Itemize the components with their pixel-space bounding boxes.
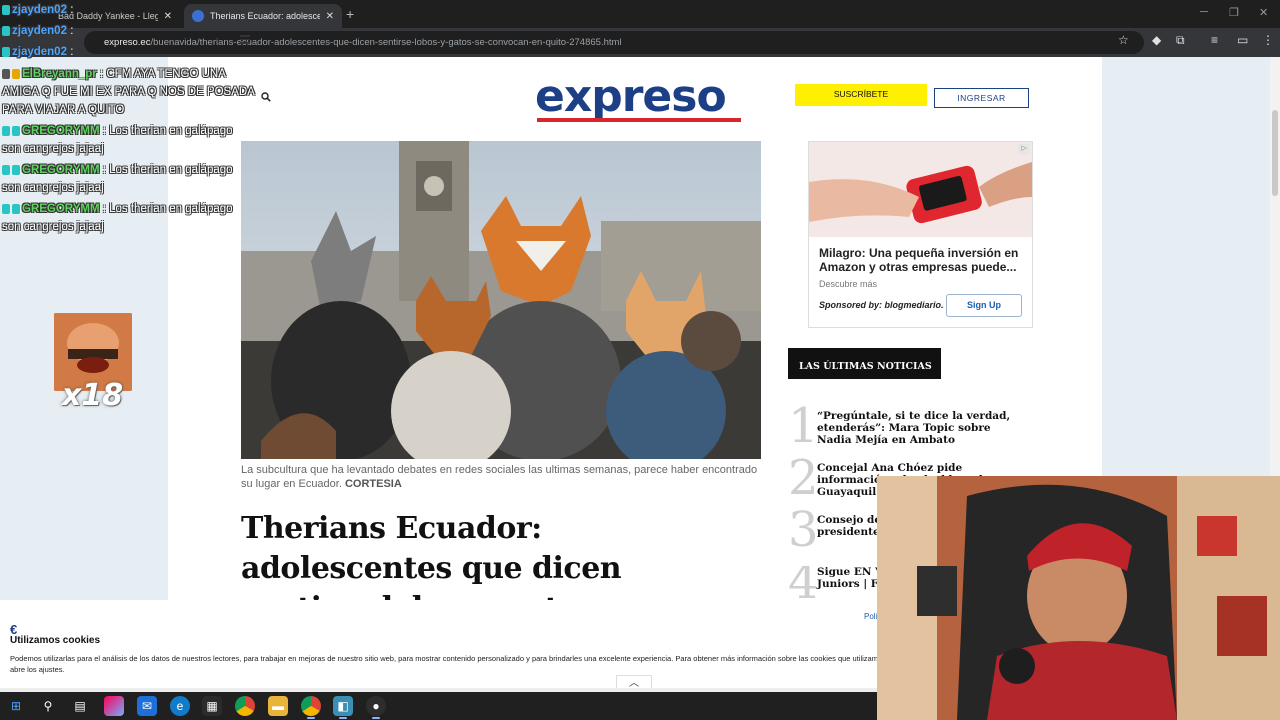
chat-message: son cangrejos jajaaj xyxy=(2,221,104,233)
badge-icon xyxy=(2,164,10,175)
window-close-icon[interactable]: ✕ xyxy=(1259,6,1268,19)
minimize-icon[interactable]: ─ xyxy=(1200,6,1208,18)
reading-list-icon[interactable]: ≡ xyxy=(1211,33,1218,47)
maximize-icon[interactable]: ❐ xyxy=(1229,6,1239,19)
chat-message: GREGORYMM : Los therian en galápago xyxy=(2,200,233,219)
image-caption: La subcultura que ha levantado debates e… xyxy=(241,463,761,491)
ad-description: Descubre más xyxy=(819,279,878,289)
expreso-logo[interactable]: expreso xyxy=(535,71,741,127)
new-tab-button[interactable]: + xyxy=(346,6,354,22)
badge-icon xyxy=(2,203,10,214)
stream-chat-overlay: zjayden02 : zjayden02 : zjayden02 : ElBr… xyxy=(0,0,260,250)
badge-icon xyxy=(12,125,20,136)
article-headline: Therians Ecuador: adolescentes que dicen… xyxy=(241,511,639,600)
chat-message: son cangrejos jajaaj xyxy=(2,143,104,155)
news-number: 3 xyxy=(788,502,819,558)
file-explorer-icon[interactable]: ▬ xyxy=(268,696,288,716)
extension-icon[interactable]: ◆ xyxy=(1152,33,1161,47)
chat-text: : Los therian en galápago xyxy=(102,164,233,176)
scrollbar-thumb[interactable] xyxy=(1272,110,1278,196)
ad-sponsor: Sponsored by: blogmediario... xyxy=(819,300,944,310)
badge-icon xyxy=(2,46,10,57)
close-icon[interactable]: ✕ xyxy=(326,11,334,22)
chat-username: zjayden02 xyxy=(12,46,67,58)
chat-text: : xyxy=(70,4,74,16)
news-number: 1 xyxy=(788,398,819,454)
login-button[interactable]: INGRESAR xyxy=(934,88,1029,108)
news-title[interactable]: “Pregúntale, si te dice la verdad, etend… xyxy=(817,410,1027,446)
badge-icon xyxy=(2,125,10,136)
latest-news-header: LAS ÚLTIMAS NOTICIAS xyxy=(788,348,941,379)
badge-icon xyxy=(2,68,10,79)
emote-count: x18 xyxy=(62,378,124,413)
chat-message: zjayden02 : xyxy=(2,1,73,20)
chat-message: zjayden02 : xyxy=(2,22,73,41)
logo-underline xyxy=(537,118,741,122)
cookie-policy-link[interactable]: Polí xyxy=(864,612,878,621)
badge-icon xyxy=(2,4,10,15)
chat-message: GREGORYMM : Los therian en galápago xyxy=(2,161,233,180)
badge-icon xyxy=(12,203,20,214)
app-icon[interactable]: ◧ xyxy=(333,696,353,719)
chrome-icon[interactable] xyxy=(235,696,255,716)
chat-message: AMIGA Q FUE MI EX PARA Q NOS DE POSADA xyxy=(2,86,255,98)
badge-icon xyxy=(12,68,20,79)
chat-username: GREGORYMM xyxy=(22,164,100,176)
ad-signup-button[interactable]: Sign Up xyxy=(946,294,1022,317)
bookmark-star-icon[interactable]: ☆ xyxy=(1118,33,1129,47)
caption-text: La subcultura que ha levantado debates e… xyxy=(241,464,758,490)
search-icon[interactable] xyxy=(261,92,271,102)
chat-text: : xyxy=(70,46,74,58)
chat-message: GREGORYMM : Los therian en galápago xyxy=(2,122,233,141)
ad-image xyxy=(809,142,1032,237)
chat-username: ElBreyann_pr xyxy=(22,68,97,80)
outlook-icon[interactable]: ✉ xyxy=(137,696,157,716)
badge-icon xyxy=(2,25,10,36)
windows-start-icon[interactable]: ⊞ xyxy=(6,696,26,716)
cookie-title: Utilizamos cookies xyxy=(10,635,101,646)
more-menu-icon[interactable]: ⋮ xyxy=(1262,33,1274,47)
profile-icon[interactable]: ▭ xyxy=(1237,33,1248,47)
badge-icon xyxy=(12,164,20,175)
news-number: 2 xyxy=(788,450,819,506)
chat-username: zjayden02 xyxy=(12,4,67,16)
logo-text: expreso xyxy=(535,71,727,122)
webcam-overlay xyxy=(877,476,1280,720)
chat-message: zjayden02 : xyxy=(2,43,73,62)
chrome-active-icon[interactable] xyxy=(301,696,321,719)
puzzle-icon[interactable]: ⧉ xyxy=(1176,33,1185,48)
task-view-icon[interactable]: ▤ xyxy=(70,696,90,716)
hero-image xyxy=(241,141,761,459)
caption-credit: CORTESIA xyxy=(344,478,402,490)
chat-text: : xyxy=(70,25,74,37)
chat-text: : CFM AYA TENGO UNA xyxy=(99,68,226,80)
cookie-body: Podemos utilizarlas para el análisis de … xyxy=(10,654,888,674)
chat-username: GREGORYMM xyxy=(22,125,100,137)
ad-choices-icon[interactable]: ▷ xyxy=(1018,144,1030,154)
chat-message: PARA VIAJAR A QUITO xyxy=(2,104,125,116)
copilot-icon[interactable] xyxy=(104,696,124,716)
edge-icon[interactable]: e xyxy=(170,696,190,716)
chat-username: GREGORYMM xyxy=(22,203,100,215)
chat-text: : Los therian en galápago xyxy=(102,125,233,137)
obs-icon[interactable]: ● xyxy=(366,696,386,719)
ad-title[interactable]: Milagro: Una pequeña inversión en Amazon… xyxy=(819,246,1027,274)
chat-username: zjayden02 xyxy=(12,25,67,37)
hero-photo xyxy=(241,141,761,459)
subscribe-button[interactable]: SUSCRÍBETE xyxy=(795,84,927,106)
chat-message: son cangrejos jajaaj xyxy=(2,182,104,194)
chat-message: ElBreyann_pr : CFM AYA TENGO UNA xyxy=(2,65,226,84)
search-icon[interactable]: ⚲ xyxy=(38,696,58,716)
store-icon[interactable]: ▦ xyxy=(202,696,222,716)
news-number: 4 xyxy=(788,566,819,600)
chat-text: : Los therian en galápago xyxy=(102,203,233,215)
